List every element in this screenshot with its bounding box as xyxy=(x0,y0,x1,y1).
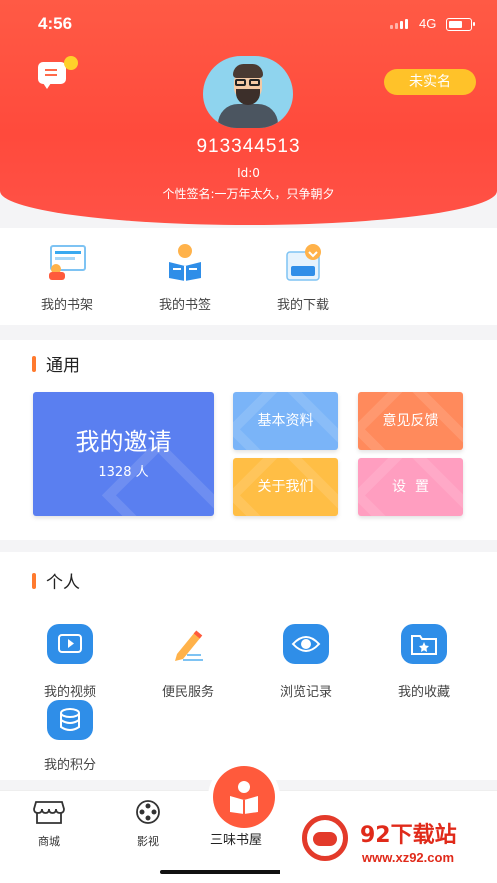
tab-film[interactable]: 影视 xyxy=(118,799,178,849)
tab-reading-room[interactable] xyxy=(213,766,275,828)
quick-item-download[interactable]: 我的下载 xyxy=(258,242,348,313)
video-icon xyxy=(47,624,93,664)
tab-reading-room-label: 三味书屋 xyxy=(210,833,263,848)
signal-icon xyxy=(390,19,408,29)
battery-icon xyxy=(446,18,475,31)
personal-item-label: 浏览记录 xyxy=(279,685,332,700)
personal-item-points[interactable]: 我的积分 xyxy=(20,700,120,773)
quick-item-bookmark[interactable]: 我的书签 xyxy=(140,242,230,313)
tile-settings[interactable]: 设 置 xyxy=(358,458,463,516)
profile-header: 4:56 4G 未实名 913344513 Id:0 个性签名:一万年太久，只争… xyxy=(0,0,497,225)
user-number: 913344513 xyxy=(196,136,301,157)
tab-label: 商城 xyxy=(38,835,60,848)
tile-label: 基本资料 xyxy=(257,413,314,429)
personal-item-label: 我的收藏 xyxy=(397,685,450,700)
tile-label: 意见反馈 xyxy=(382,413,439,429)
download-icon xyxy=(281,242,325,282)
personal-item-favorites[interactable]: 我的收藏 xyxy=(374,624,474,700)
tab-store[interactable]: 商城 xyxy=(19,799,79,849)
quick-item-label: 我的下载 xyxy=(276,298,329,313)
invite-title: 我的邀请 xyxy=(75,428,172,456)
message-icon[interactable] xyxy=(38,62,66,89)
user-signature: 个性签名:一万年太久，只争朝夕 xyxy=(162,187,335,201)
user-id: Id:0 xyxy=(237,166,260,180)
film-reel-icon xyxy=(132,800,164,829)
invite-count: 1328 人 xyxy=(98,465,149,480)
message-badge xyxy=(64,56,78,70)
watermark: 92下载站 www.xz92.com xyxy=(280,795,497,883)
store-icon xyxy=(33,801,65,829)
personal-item-history[interactable]: 浏览记录 xyxy=(256,624,356,700)
realname-button[interactable]: 未实名 xyxy=(384,69,476,95)
avatar[interactable] xyxy=(203,56,293,128)
coins-icon xyxy=(47,700,93,740)
tile-label: 设 置 xyxy=(392,479,429,495)
eye-icon xyxy=(283,624,329,664)
personal-item-service[interactable]: 便民服务 xyxy=(138,624,238,700)
personal-item-video[interactable]: 我的视频 xyxy=(20,624,120,700)
personal-item-label: 便民服务 xyxy=(161,685,214,700)
section-title: 个人 xyxy=(32,568,80,593)
status-bar: 4:56 4G xyxy=(0,10,497,40)
status-time: 4:56 xyxy=(38,14,73,33)
home-indicator xyxy=(160,870,294,874)
invite-card[interactable]: 我的邀请 1328 人 xyxy=(33,392,214,516)
watermark-logo-icon xyxy=(302,815,348,861)
quick-item-label: 我的书架 xyxy=(40,298,93,313)
favorite-folder-icon xyxy=(401,624,447,664)
reading-icon xyxy=(228,780,260,818)
tile-about-us[interactable]: 关于我们 xyxy=(233,458,338,516)
tile-basic-info[interactable]: 基本资料 xyxy=(233,392,338,450)
quick-actions: 我的书架 我的书签 我的下载 xyxy=(0,228,497,325)
tile-label: 关于我们 xyxy=(257,479,314,495)
tab-label: 影视 xyxy=(137,835,159,848)
personal-item-label: 我的视频 xyxy=(43,685,96,700)
watermark-url: www.xz92.com xyxy=(362,850,454,865)
bookshelf-icon xyxy=(45,242,89,282)
pencil-icon xyxy=(165,624,211,664)
bookmark-reader-icon xyxy=(163,242,207,282)
watermark-name: 92下载站 xyxy=(360,823,457,848)
tile-feedback[interactable]: 意见反馈 xyxy=(358,392,463,450)
section-title: 通用 xyxy=(32,351,80,376)
general-section: 通用 我的邀请 1328 人 基本资料 意见反馈 关于我们 设 置 xyxy=(0,340,497,540)
personal-section: 个人 我的视频 便民服务 浏览记录 我的收藏 我的积分 xyxy=(0,552,497,780)
personal-item-label: 我的积分 xyxy=(43,758,96,773)
quick-item-label: 我的书签 xyxy=(158,298,211,313)
network-type: 4G xyxy=(419,16,437,31)
quick-item-bookshelf[interactable]: 我的书架 xyxy=(22,242,112,313)
